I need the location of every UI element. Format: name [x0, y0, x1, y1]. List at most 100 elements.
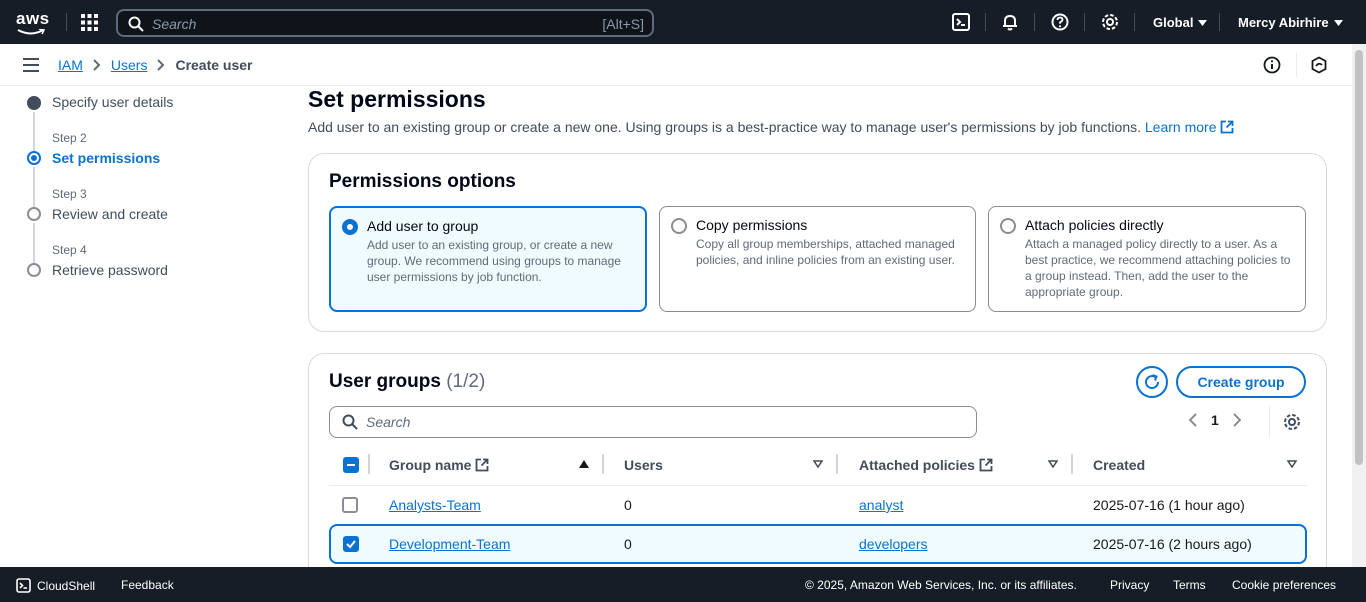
step4-label: Retrieve password	[52, 262, 168, 278]
option-title: Copy permissions	[696, 217, 808, 233]
users-count: 0	[624, 497, 632, 513]
column-header-users[interactable]: Users	[624, 457, 663, 473]
chevron-right-icon	[157, 59, 165, 71]
caret-down-icon	[1333, 19, 1343, 26]
column-header-created[interactable]: Created	[1093, 457, 1145, 473]
row-checkbox-checked[interactable]	[343, 536, 359, 552]
created-date: 2025-07-16 (2 hours ago)	[1093, 536, 1252, 552]
learn-more-link[interactable]: Learn more	[1145, 119, 1235, 135]
search-placeholder: Search	[366, 414, 411, 430]
page-title: Set permissions	[308, 86, 486, 112]
option-description: Attach a managed policy directly to a us…	[1025, 237, 1291, 299]
footer-bar: CloudShell Feedback © 2025, Amazon Web S…	[0, 567, 1366, 602]
permissions-options-title: Permissions options	[329, 171, 516, 192]
aws-logo[interactable]: aws	[16, 9, 50, 35]
step-pending-icon	[27, 263, 41, 277]
global-search-input[interactable]: Search [Alt+S]	[116, 9, 654, 37]
group-name-link[interactable]: Development-Team	[389, 536, 510, 552]
user-groups-panel: User groups (1/2) Create group Search 1 …	[308, 353, 1327, 583]
option-copy-permissions[interactable]: Copy permissions Copy all group membersh…	[659, 206, 976, 312]
group-name-link[interactable]: Analysts-Team	[389, 497, 481, 513]
caret-down-icon	[1198, 19, 1208, 26]
external-link-icon	[1221, 120, 1234, 134]
table-row[interactable]: Analysts-Team 0 analyst 2025-07-16 (1 ho…	[329, 485, 1307, 525]
sort-icon[interactable]	[813, 460, 823, 468]
radio-button[interactable]	[671, 218, 687, 234]
users-count: 0	[624, 536, 632, 552]
column-divider	[836, 454, 838, 474]
breadcrumb-users-link[interactable]: Users	[111, 57, 148, 73]
policy-link[interactable]: analyst	[859, 497, 903, 513]
nav-divider	[66, 13, 67, 31]
option-title: Attach policies directly	[1025, 217, 1164, 233]
chevron-right-icon[interactable]	[1233, 413, 1241, 427]
nav-divider	[1219, 13, 1220, 31]
column-divider	[368, 454, 370, 474]
nav-divider	[1084, 13, 1085, 31]
table-settings-gear-icon[interactable]	[1283, 413, 1301, 431]
search-placeholder: Search	[152, 16, 197, 32]
nav-divider	[985, 13, 986, 31]
sort-icon[interactable]	[1048, 460, 1058, 468]
info-icon[interactable]	[1263, 56, 1281, 74]
table-row-selected[interactable]: Development-Team 0 developers 2025-07-16…	[329, 524, 1307, 564]
external-link-icon	[979, 458, 993, 472]
cloudshell-icon[interactable]	[952, 13, 970, 31]
notifications-bell-icon[interactable]	[1001, 13, 1019, 31]
cloudshell-button[interactable]: CloudShell	[16, 578, 95, 593]
option-description: Add user to an existing group, or create…	[367, 238, 621, 284]
step2-label: Set permissions	[52, 150, 161, 166]
create-group-button[interactable]: Create group	[1176, 366, 1306, 398]
step-complete-icon	[27, 96, 41, 110]
page-description: Add user to an existing group or create …	[308, 119, 1234, 135]
breadcrumb-iam-link[interactable]: IAM	[58, 57, 83, 73]
selection-count: (1/2)	[446, 371, 486, 392]
cookie-preferences-link[interactable]: Cookie preferences	[1232, 578, 1336, 592]
page-number[interactable]: 1	[1211, 412, 1219, 428]
step-connector	[33, 167, 35, 211]
search-icon	[342, 414, 358, 430]
column-divider	[602, 454, 604, 474]
column-header-attached-policies[interactable]: Attached policies	[859, 457, 993, 473]
step3-number: Step 3	[52, 187, 87, 201]
nav-divider	[1134, 13, 1135, 31]
policy-link[interactable]: developers	[859, 536, 928, 552]
radio-button[interactable]	[1000, 218, 1016, 234]
step1-label[interactable]: Specify user details	[52, 94, 173, 110]
checkmark-icon	[346, 540, 356, 549]
step-connector	[33, 223, 35, 267]
sort-icon[interactable]	[1287, 460, 1297, 468]
step-connector	[33, 112, 35, 156]
refresh-button[interactable]	[1136, 366, 1168, 398]
search-shortcut: [Alt+S]	[602, 16, 644, 32]
refresh-icon	[1145, 374, 1160, 390]
option-attach-policies-directly[interactable]: Attach policies directly Attach a manage…	[988, 206, 1306, 312]
help-icon[interactable]	[1051, 13, 1069, 31]
option-title: Add user to group	[367, 218, 479, 234]
select-all-checkbox[interactable]	[343, 457, 359, 473]
cloudshell-icon	[16, 578, 31, 593]
groups-search-input[interactable]: Search	[329, 406, 977, 438]
option-add-user-to-group[interactable]: Add user to group Add user to an existin…	[329, 206, 647, 312]
account-menu[interactable]: Mercy Abirhire	[1238, 15, 1343, 30]
search-icon	[128, 16, 144, 32]
user-groups-title: User groups (1/2)	[329, 371, 486, 392]
divider	[1269, 406, 1270, 438]
menu-hamburger-icon[interactable]	[23, 58, 39, 72]
feedback-link[interactable]: Feedback	[121, 578, 174, 592]
settings-gear-icon[interactable]	[1101, 13, 1119, 31]
feedback-icon[interactable]	[1310, 56, 1328, 74]
chevron-left-icon[interactable]	[1189, 413, 1197, 427]
row-checkbox[interactable]	[342, 497, 358, 513]
apps-grid-icon[interactable]	[81, 14, 98, 31]
radio-button-selected[interactable]	[342, 219, 358, 235]
region-selector[interactable]: Global	[1153, 15, 1208, 30]
nav-divider	[1034, 13, 1035, 31]
sort-ascending-icon[interactable]	[579, 460, 589, 468]
scrollbar-thumb[interactable]	[1355, 50, 1363, 465]
external-link-icon	[476, 458, 489, 472]
page-scrollbar[interactable]	[1352, 44, 1366, 567]
terms-link[interactable]: Terms	[1173, 578, 1206, 592]
privacy-link[interactable]: Privacy	[1110, 578, 1149, 592]
column-header-group-name[interactable]: Group name	[389, 457, 489, 473]
